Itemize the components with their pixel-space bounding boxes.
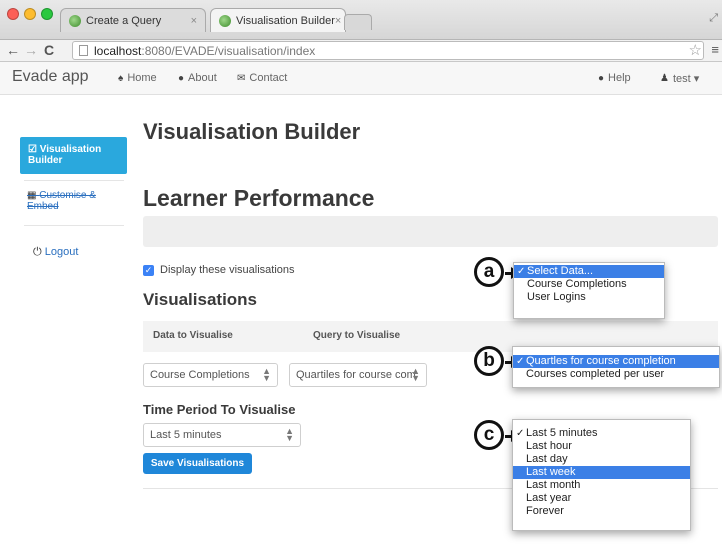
- dropdown-option[interactable]: User Logins: [514, 291, 664, 304]
- time-period-select-value: Last 5 minutes: [150, 429, 222, 441]
- dropdown-option[interactable]: Last day: [513, 453, 690, 466]
- dropdown-option[interactable]: ✓ Quartles for course completion: [513, 355, 719, 368]
- user-menu-label: test ▾: [672, 73, 700, 85]
- sidebar-item-label: Customise & Embed: [27, 190, 96, 212]
- dropdown-option[interactable]: Last month: [513, 479, 690, 492]
- data-dropdown-menu: ✓ Select Data... Course Completions User …: [513, 262, 665, 319]
- new-tab-button[interactable]: [344, 14, 372, 30]
- sidebar-item-visualisation-builder[interactable]: ☑ Visualisation Builder: [20, 137, 127, 174]
- query-select-value: Quartiles for course com: [296, 369, 416, 381]
- dropdown-option[interactable]: Course Completions: [514, 278, 664, 291]
- page-title: Visualisation Builder: [143, 119, 361, 144]
- query-dropdown-menu: ✓ Quartles for course completion Courses …: [512, 346, 720, 388]
- tab-close-icon[interactable]: ×: [191, 15, 197, 27]
- power-icon: ⏻: [33, 246, 42, 258]
- column-header-data: Data to Visualise: [153, 330, 233, 341]
- nav-about[interactable]: ● About: [178, 72, 217, 84]
- dropdown-option[interactable]: Last year: [513, 492, 690, 505]
- column-header-query: Query to Visualise: [313, 330, 401, 341]
- callout-a: a: [474, 257, 504, 287]
- help-icon: ●: [598, 72, 605, 84]
- url-host: localhost: [94, 43, 142, 58]
- callout-c: c: [474, 420, 504, 450]
- dropdown-option[interactable]: Forever: [513, 505, 690, 518]
- data-select[interactable]: Course Completions ▲ ▼: [143, 363, 278, 387]
- window-minimize-button[interactable]: [24, 8, 36, 20]
- dropdown-option[interactable]: Courses completed per user: [513, 368, 719, 381]
- sidebar-item-logout[interactable]: ⏻ Logout: [33, 247, 78, 258]
- envelope-icon: ✉: [237, 72, 246, 84]
- sidebar-item-label: Visualisation Builder: [28, 144, 102, 166]
- select-arrows-icon: ▲ ▼: [262, 366, 271, 383]
- callout-b: b: [474, 346, 504, 376]
- checkbox-checked-icon[interactable]: ✓: [143, 264, 154, 276]
- save-visualisations-button[interactable]: Save Visualisations: [143, 453, 252, 474]
- data-select-value: Course Completions: [150, 369, 250, 381]
- time-dropdown-menu: ✓ Last 5 minutes Last hour Last day Last …: [512, 419, 691, 531]
- bookmark-star-icon[interactable]: ☆: [689, 41, 702, 59]
- browser-titlebar: Create a Query × Visualisation Builder ×…: [0, 0, 722, 40]
- tab-title: Create a Query: [86, 14, 162, 27]
- checkmark-icon: ✓: [516, 356, 525, 367]
- sidebar-item-label: Logout: [44, 246, 79, 258]
- sidebar-divider: [24, 180, 124, 181]
- user-icon: ♟: [660, 73, 669, 84]
- checkmark-icon: ✓: [517, 266, 526, 277]
- nav-help[interactable]: ● Help: [598, 72, 631, 84]
- favicon-icon: [69, 14, 81, 27]
- info-band: [143, 216, 718, 247]
- info-icon: ●: [178, 72, 185, 84]
- sidebar-divider: [24, 225, 124, 226]
- tab-close-icon[interactable]: ×: [335, 15, 341, 27]
- image-icon: ▦: [27, 190, 37, 201]
- nav-home[interactable]: ♠ Home: [118, 72, 157, 84]
- browser-tab-create-query[interactable]: Create a Query ×: [60, 8, 206, 32]
- fullscreen-icon[interactable]: ⤢: [709, 12, 718, 25]
- nav-contact[interactable]: ✉ Contact: [237, 72, 287, 84]
- nav-help-label: Help: [608, 72, 631, 84]
- favicon-icon: [219, 14, 231, 27]
- arrow-a: [505, 267, 520, 279]
- checkmark-icon: ✓: [516, 428, 525, 439]
- app-brand[interactable]: Evade app: [12, 68, 89, 86]
- back-icon[interactable]: ←: [6, 42, 20, 58]
- url-bar[interactable]: localhost :8080/EVADE/visualisation/inde…: [72, 41, 704, 60]
- page-icon: [79, 45, 88, 56]
- window-close-button[interactable]: [7, 8, 19, 20]
- window-zoom-button[interactable]: [41, 8, 53, 20]
- dropdown-option[interactable]: ✓ Last 5 minutes: [513, 427, 690, 440]
- browser-tab-visualisation-builder[interactable]: Visualisation Builder ×: [210, 8, 346, 32]
- home-icon: ♠: [118, 72, 124, 84]
- query-select[interactable]: Quartiles for course com ▲ ▼: [289, 363, 427, 387]
- browser-toolbar: ← → C localhost :8080/EVADE/visualisatio…: [0, 40, 722, 62]
- browser-menu-icon[interactable]: ≡: [711, 42, 719, 57]
- time-period-heading: Time Period To Visualise: [143, 402, 296, 417]
- reload-icon[interactable]: C: [44, 42, 54, 58]
- dropdown-option[interactable]: Last week: [513, 466, 690, 479]
- sidebar-item-customise-embed[interactable]: ▦ Customise & Embed: [27, 190, 127, 212]
- select-arrows-icon: ▲ ▼: [285, 426, 294, 443]
- checkbox-icon: ☑: [28, 144, 37, 155]
- checkbox-label: Display these visualisations: [160, 264, 295, 276]
- url-path: :8080/EVADE/visualisation/index: [141, 43, 316, 58]
- dropdown-option[interactable]: Last hour: [513, 440, 690, 453]
- display-visualisations-checkbox[interactable]: ✓ Display these visualisations: [143, 264, 295, 276]
- time-period-select[interactable]: Last 5 minutes ▲ ▼: [143, 423, 301, 447]
- dropdown-option[interactable]: ✓ Select Data...: [514, 265, 664, 278]
- visualisations-heading: Visualisations: [143, 290, 258, 309]
- tab-title: Visualisation Builder: [236, 14, 335, 27]
- nav-about-label: About: [188, 72, 217, 84]
- nav-home-label: Home: [127, 72, 157, 84]
- forward-icon[interactable]: →: [24, 42, 38, 58]
- app-navbar: Evade app ♠ Home ● About ✉ Contact ● Hel…: [0, 62, 722, 95]
- user-menu[interactable]: ♟ test ▾: [660, 72, 699, 85]
- select-arrows-icon: ▲ ▼: [411, 366, 420, 383]
- section-title: Learner Performance: [143, 185, 375, 211]
- nav-contact-label: Contact: [249, 72, 288, 84]
